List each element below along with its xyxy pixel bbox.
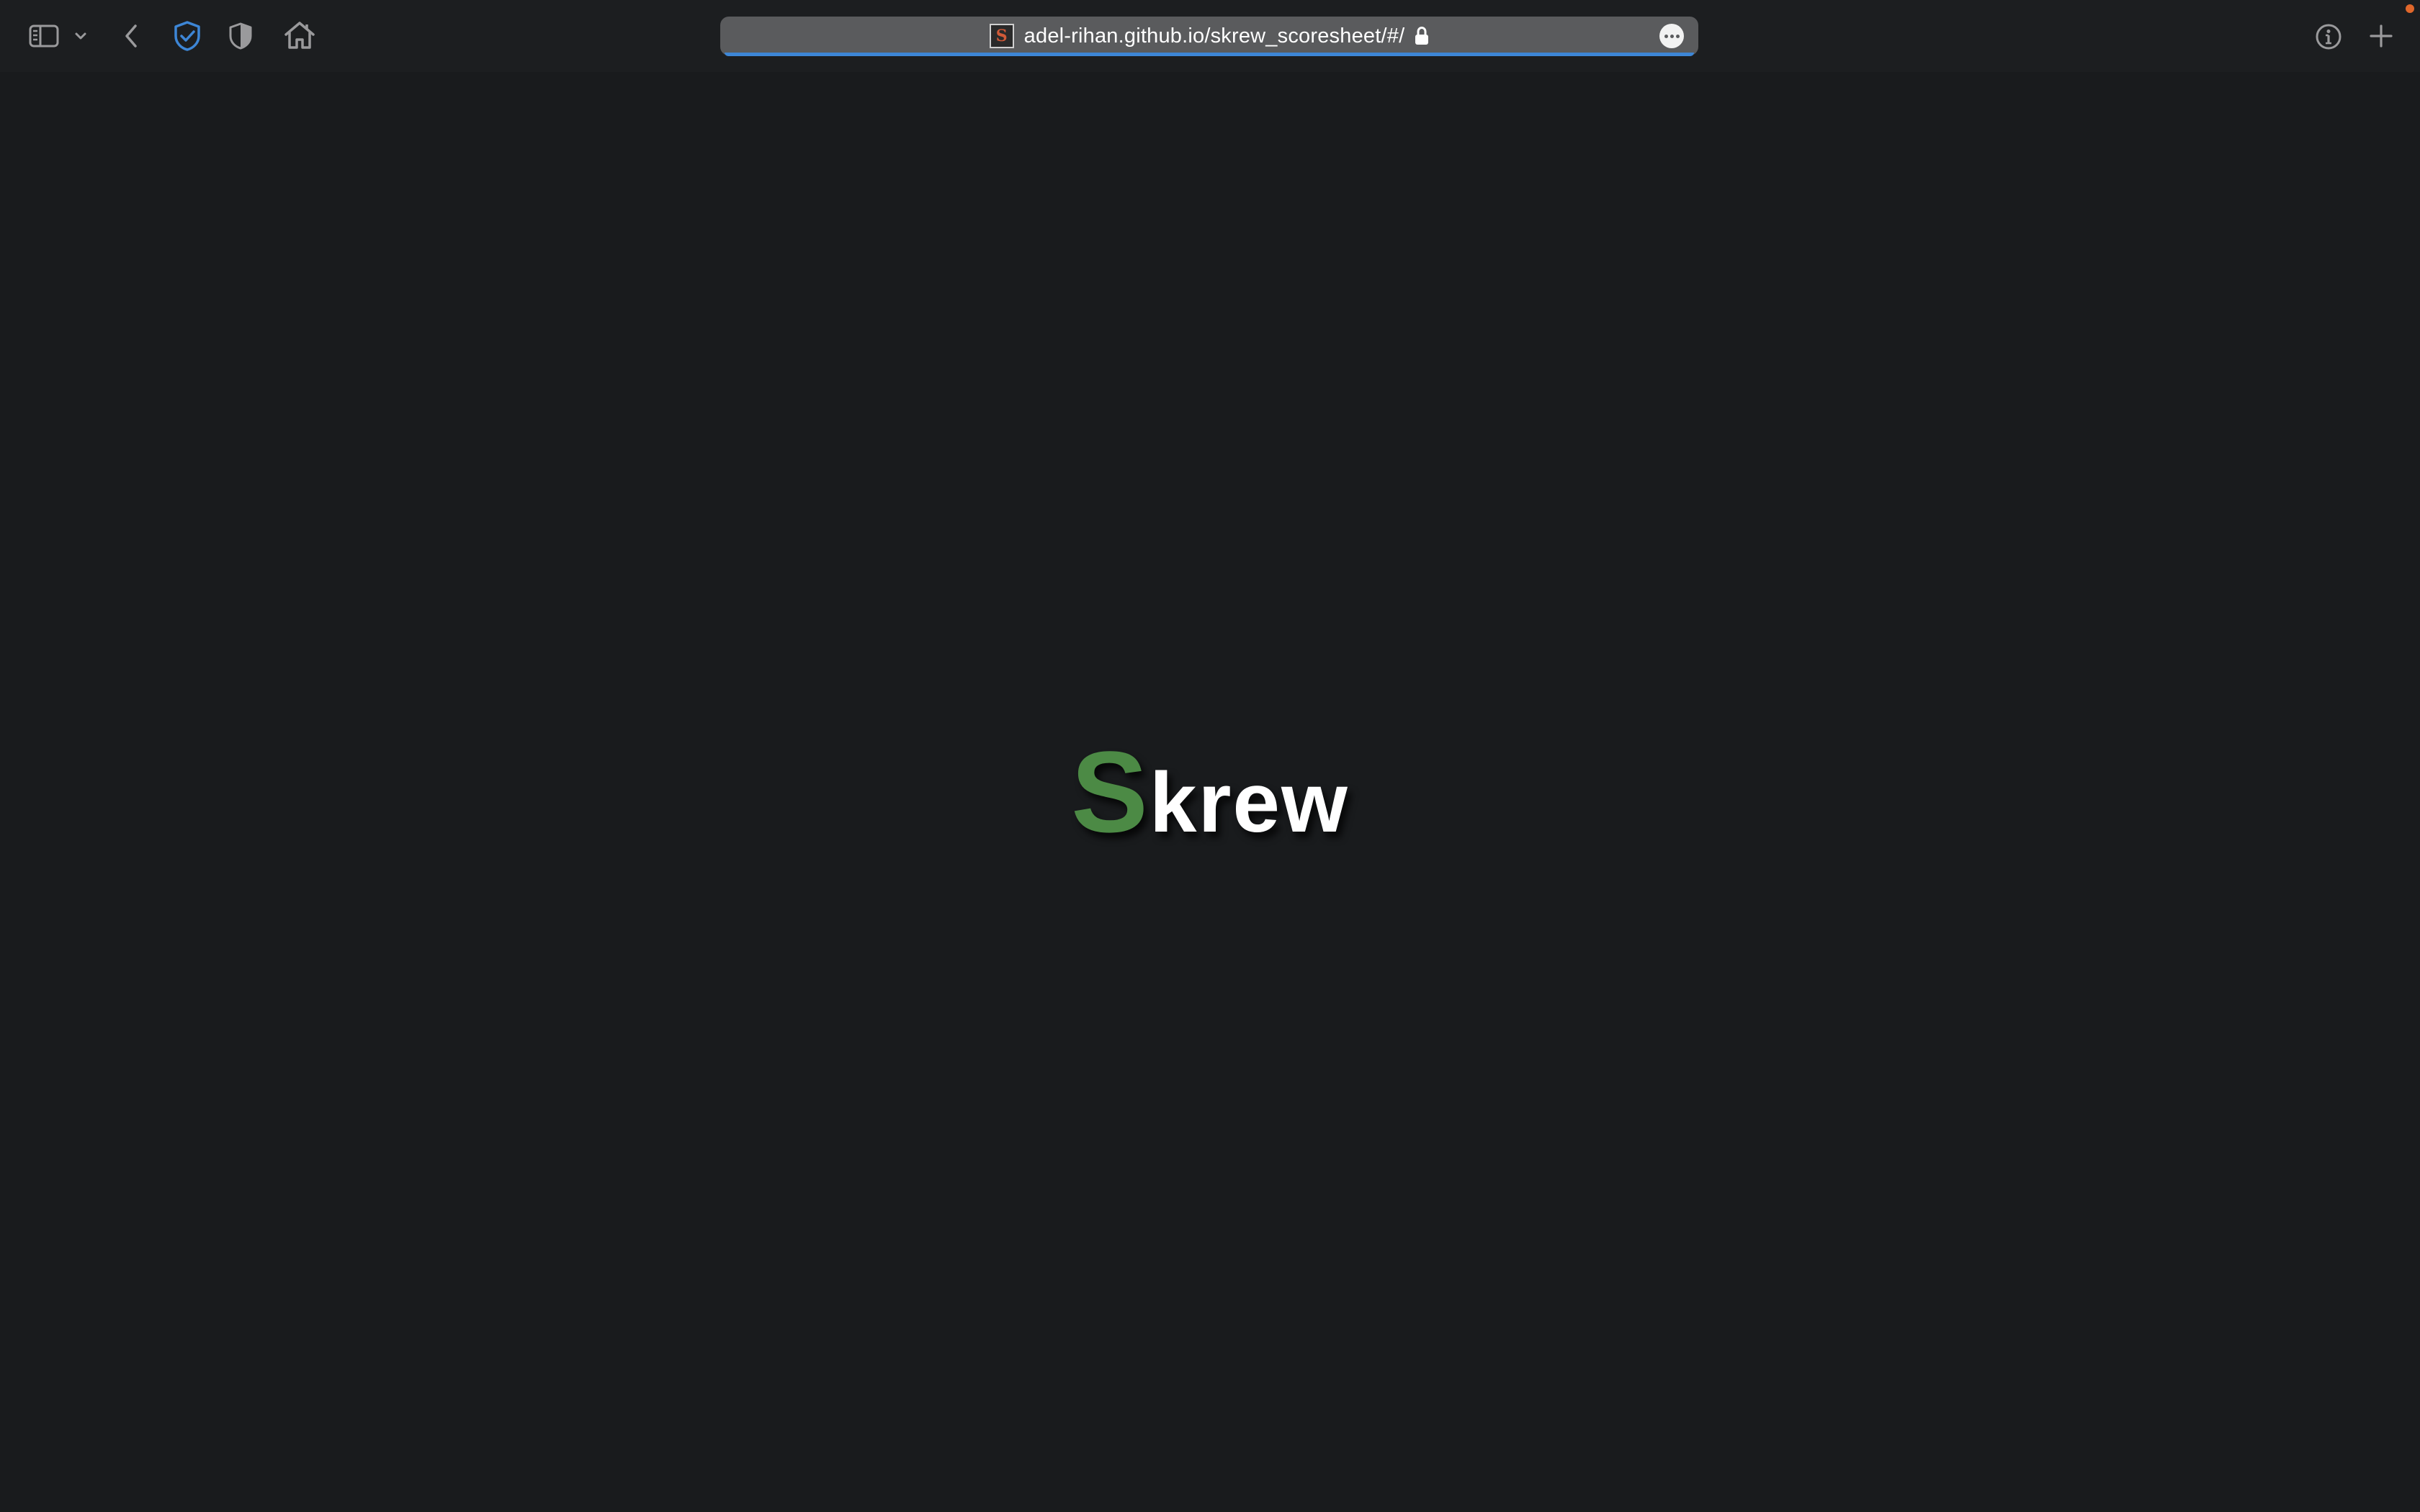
privacy-shield-icon[interactable] bbox=[226, 20, 255, 52]
loading-progress-bar bbox=[725, 53, 1694, 56]
url-text[interactable]: adel-rihan.github.io/skrew_scoresheet/#/ bbox=[1024, 24, 1405, 48]
more-icon[interactable] bbox=[1659, 24, 1684, 48]
chevron-down-icon[interactable] bbox=[72, 26, 89, 46]
lock-icon bbox=[1415, 27, 1429, 45]
address-bar[interactable]: S adel-rihan.github.io/skrew_scoresheet/… bbox=[720, 17, 1698, 56]
browser-window: S adel-rihan.github.io/skrew_scoresheet/… bbox=[0, 0, 2420, 1512]
skrew-logo: Skrew bbox=[0, 734, 2420, 850]
site-favicon: S bbox=[989, 24, 1014, 48]
sidebar-icon[interactable] bbox=[26, 20, 62, 52]
notification-dot bbox=[2406, 4, 2414, 13]
logo-first-letter: S bbox=[1071, 727, 1150, 856]
back-icon[interactable] bbox=[120, 20, 143, 52]
browser-toolbar: S adel-rihan.github.io/skrew_scoresheet/… bbox=[0, 0, 2420, 72]
home-icon[interactable] bbox=[282, 19, 317, 52]
plus-icon[interactable] bbox=[2367, 22, 2396, 50]
shield-check-icon[interactable] bbox=[171, 19, 203, 53]
page-content: Skrew bbox=[0, 72, 2420, 1512]
logo-rest: krew bbox=[1149, 755, 1349, 850]
info-icon[interactable] bbox=[2313, 22, 2344, 52]
address-content: S adel-rihan.github.io/skrew_scoresheet/… bbox=[720, 17, 1698, 55]
